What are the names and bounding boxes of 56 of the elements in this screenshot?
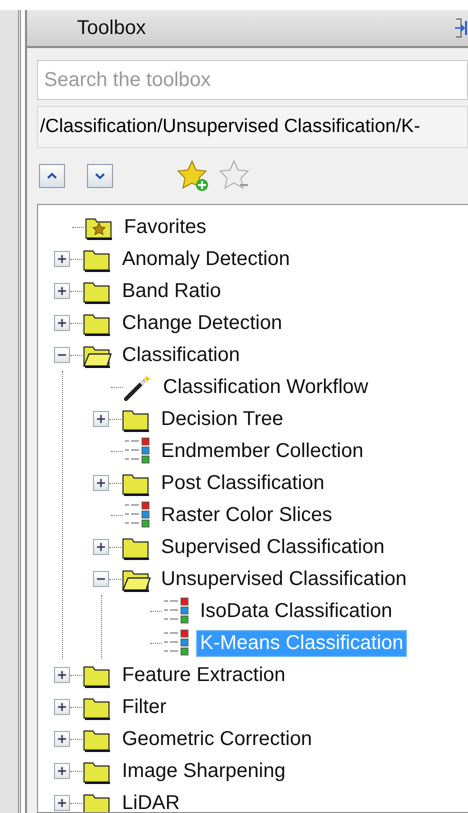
tree-item[interactable]: Post Classification (157, 470, 328, 496)
path-field[interactable]: /Classification/Unsupervised Classification/K- (37, 106, 468, 148)
tree-item[interactable]: Classification (118, 342, 244, 368)
tree-item[interactable]: IsoData Classification (196, 598, 396, 624)
tool-icon (123, 437, 151, 465)
search-field[interactable]: Search the toolbox (37, 60, 468, 100)
tool-icon (123, 501, 151, 529)
tree-item[interactable]: Geometric Correction (118, 726, 316, 752)
tree-item[interactable]: Supervised Classification (157, 534, 388, 560)
tree-item[interactable]: Decision Tree (157, 406, 288, 432)
tool-icon (162, 629, 190, 657)
tree-item[interactable]: Anomaly Detection (118, 246, 294, 272)
plus-icon (96, 414, 106, 424)
expand-button[interactable] (54, 315, 70, 331)
expand-button[interactable] (93, 411, 109, 427)
plus-icon (57, 318, 67, 328)
pin-icon[interactable] (454, 17, 468, 39)
tree-item[interactable]: Endmember Collection (157, 438, 368, 464)
collapse-button[interactable] (54, 347, 70, 363)
plus-icon (57, 798, 67, 808)
plus-icon (96, 478, 106, 488)
collapse-button[interactable] (93, 571, 109, 587)
expand-button[interactable] (93, 539, 109, 555)
expand-button[interactable] (93, 475, 109, 491)
expand-button[interactable] (54, 251, 70, 267)
expand-button[interactable] (54, 699, 70, 715)
up-caret-icon (46, 172, 58, 180)
move-down-button[interactable] (87, 164, 113, 188)
tree-item[interactable]: Band Ratio (118, 278, 225, 304)
tree-item[interactable]: Raster Color Slices (157, 502, 336, 528)
plus-icon (96, 542, 106, 552)
plus-icon (57, 286, 67, 296)
magic-wand-icon (123, 373, 153, 401)
tree-item[interactable]: Classification Workflow (159, 374, 372, 400)
down-caret-icon (94, 172, 106, 180)
expand-button[interactable] (54, 667, 70, 683)
tree-item[interactable]: Feature Extraction (118, 662, 290, 688)
expand-button[interactable] (54, 731, 70, 747)
tree-item[interactable]: Favorites (120, 214, 210, 240)
add-favorite-icon[interactable] (177, 160, 211, 192)
plus-icon (57, 254, 67, 264)
tree-item[interactable]: Change Detection (118, 310, 286, 336)
plus-icon (57, 670, 67, 680)
move-up-button[interactable] (39, 164, 65, 188)
tree-item[interactable]: Unsupervised Classification (157, 566, 411, 592)
plus-icon (57, 734, 67, 744)
plus-icon (57, 766, 67, 776)
tool-icon (162, 597, 190, 625)
expand-button[interactable] (54, 763, 70, 779)
panel-title: Toolbox (77, 16, 146, 40)
tree-item[interactable]: LiDAR (118, 790, 184, 812)
tree-item[interactable]: Image Sharpening (118, 758, 290, 784)
plus-icon (57, 702, 67, 712)
expand-button[interactable] (54, 795, 70, 811)
expand-button[interactable] (54, 283, 70, 299)
tree-item[interactable]: Filter (118, 694, 170, 720)
